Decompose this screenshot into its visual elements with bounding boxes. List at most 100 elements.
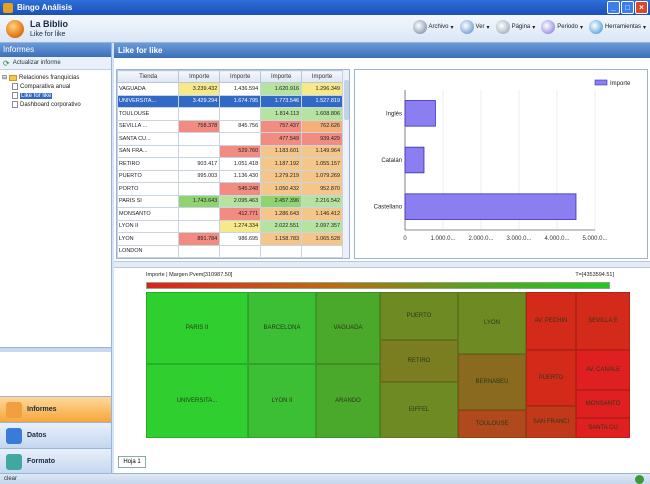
tree-item[interactable]: Dashboard corporativo: [2, 100, 109, 109]
period-icon: [541, 20, 556, 34]
panel-splitter[interactable]: [114, 261, 650, 268]
table-cell: 2.022.551: [260, 219, 303, 233]
tree-item[interactable]: Comparativa anual: [2, 82, 109, 91]
table-cell: 1.814.113: [260, 107, 303, 121]
bar[interactable]: [404, 100, 436, 127]
table-cell: 1.296.349: [301, 82, 343, 96]
column-header[interactable]: Importe: [178, 70, 221, 83]
treemap-tile[interactable]: LYON: [458, 292, 526, 354]
toolbar-page-button[interactable]: Página ▾: [495, 20, 535, 34]
treemap-tile[interactable]: TOULOUSE: [458, 410, 526, 438]
table-row[interactable]: UNIVERSITA... 3.429.294 1.674.795 1.773.546…: [117, 94, 343, 108]
table-cell: 1.436.594: [219, 82, 262, 96]
tree-item[interactable]: Like for like: [2, 91, 109, 100]
treemap-tile[interactable]: AV. CANALE: [576, 350, 630, 390]
treemap-tile[interactable]: UNIVERSITA...: [146, 364, 248, 438]
close-button[interactable]: ×: [635, 1, 648, 14]
bar-chart: 0 1.000.0... 2.000.0... 3.000.0... 4.000.0..…: [354, 69, 648, 259]
table-cell: 1.773.546: [260, 94, 303, 108]
toolbar-archive-button[interactable]: Archivo ▾: [412, 20, 454, 34]
table-cell: 1.146.412: [301, 207, 343, 221]
x-tick-label: 2.000.0...: [468, 236, 493, 242]
treemap-tile[interactable]: PUERTO: [526, 350, 576, 406]
chevron-down-icon: ▾: [486, 24, 490, 31]
table-row[interactable]: LYON 891.784 986.695 1.158.783 1.065.528: [117, 232, 343, 246]
treemap-tile[interactable]: BERNABEU: [458, 354, 526, 410]
table-cell: 1.187.192: [260, 157, 303, 171]
window-title: Bingo Análisis: [17, 3, 73, 12]
treemap-tile[interactable]: SANTA CU: [576, 418, 630, 438]
treemap: Importe | Margen Pvem[310987.50] T=[4353…: [116, 270, 648, 460]
column-header[interactable]: Importe: [301, 70, 343, 83]
table-row[interactable]: SEVILLA ... 758.378 845.756 757.437 762.626: [117, 119, 343, 133]
table-row[interactable]: PUERTO 995.003 1.136.430 1.279.219 1.079.269: [117, 169, 343, 183]
status-bar: clear: [0, 473, 650, 484]
nav-data-button[interactable]: Datos: [0, 422, 111, 448]
table-row[interactable]: PARIS SI 1.743.643 2.095.463 2.457.396 2.216…: [117, 194, 343, 208]
treemap-tile[interactable]: RETIRO: [380, 340, 458, 382]
treemap-tile[interactable]: PUERTO: [380, 292, 458, 340]
minimize-button[interactable]: _: [607, 1, 620, 14]
nav-label: Informes: [27, 406, 57, 413]
tree-item[interactable]: ⊟ Relaciones franquicias: [2, 73, 109, 82]
toolbar-tools-button[interactable]: Herramientas ▾: [588, 20, 646, 34]
table-cell: 1.055.157: [301, 157, 343, 171]
bar[interactable]: [404, 193, 577, 220]
table-row[interactable]: VAGUADA 3.239.432 1.436.594 1.620.916 1.296.…: [117, 82, 343, 96]
toolbar-period-button[interactable]: Periodo ▾: [541, 20, 583, 34]
toolbar-label: Periodo: [557, 24, 578, 30]
treemap-tile[interactable]: PARIS II: [146, 292, 248, 364]
app-logo: [6, 20, 24, 38]
app-icon: [3, 2, 13, 13]
maximize-button[interactable]: □: [621, 1, 634, 14]
column-header[interactable]: Tienda: [117, 70, 180, 83]
refresh-report-button[interactable]: ⟳ Actualizar informe: [0, 57, 111, 70]
treemap-tile[interactable]: ARANDO: [316, 364, 380, 438]
table-cell: 845.756: [219, 119, 262, 133]
treemap-tile[interactable]: SEVILLA E: [576, 292, 630, 350]
nav-splitter[interactable]: [0, 347, 111, 352]
table-cell: 1.149.964: [301, 144, 343, 158]
table-cell: 2.457.396: [260, 194, 303, 208]
table-row[interactable]: TOULOUSE 1.814.113 1.608.806: [117, 107, 343, 121]
treemap-tile[interactable]: BARCELONA: [248, 292, 316, 364]
table-row[interactable]: SAN FRA... 529.760 1.183.601 1.149.964: [117, 144, 343, 158]
y-tick-label: Inglés: [386, 111, 402, 117]
data-icon: [6, 427, 22, 444]
table-row[interactable]: MONSANTO 412.771 1.286.643 1.146.412: [117, 207, 343, 221]
treemap-tile[interactable]: LYON II: [248, 364, 316, 438]
nav-format-button[interactable]: Formato: [0, 448, 111, 474]
treemap-tile[interactable]: MONSANTO: [576, 390, 630, 418]
treemap-tile[interactable]: AV. PECHIN: [526, 292, 576, 350]
toolbar-view-button[interactable]: Ver ▾: [459, 20, 490, 34]
column-header[interactable]: Importe: [219, 70, 262, 83]
window-titlebar: Bingo Análisis _ □ ×: [0, 0, 650, 15]
table-cell: [219, 132, 262, 146]
table-cell: 1.183.601: [260, 144, 303, 158]
sheet-tab[interactable]: Hoja 1: [118, 456, 146, 468]
nav-reports-button[interactable]: Informes: [0, 396, 111, 422]
table-row[interactable]: RETIRO 903.417 1.051.418 1.187.192 1.055.157: [117, 157, 343, 171]
table-row[interactable]: PORTO 545.248 1.050.432 952.870: [117, 182, 343, 196]
treemap-tile[interactable]: EIFFEL: [380, 382, 458, 438]
table-cell: 903.417: [178, 157, 221, 171]
treemap-legend-max: T=[4353594.51]: [575, 272, 614, 278]
treemap-tile[interactable]: SAN FRANCI: [526, 406, 576, 438]
row-name: MONSANTO: [117, 207, 180, 221]
bar[interactable]: [404, 146, 425, 174]
grid-scrollbar[interactable]: [342, 70, 349, 258]
app-subtitle: Like for like: [30, 31, 66, 38]
table-cell: 1.527.819: [301, 94, 343, 108]
table-row[interactable]: LYON II 1.274.334 2.022.551 2.097.357: [117, 219, 343, 233]
sidebar-title: Informes: [0, 43, 111, 57]
treemap-tile[interactable]: VAGUADA: [316, 292, 380, 364]
column-header[interactable]: Importe: [260, 70, 303, 83]
row-name: LONDON: [117, 244, 180, 258]
table-row[interactable]: SANTA CU... 477.549 939.429: [117, 132, 343, 146]
table-cell: [301, 244, 343, 258]
table-row[interactable]: LONDON: [117, 244, 343, 258]
table-cell: 1.158.783: [260, 232, 303, 246]
toolbar-label: Ver: [475, 24, 485, 30]
expand-icon[interactable]: ⊟: [2, 74, 7, 81]
chevron-down-icon: ▾: [579, 24, 583, 31]
